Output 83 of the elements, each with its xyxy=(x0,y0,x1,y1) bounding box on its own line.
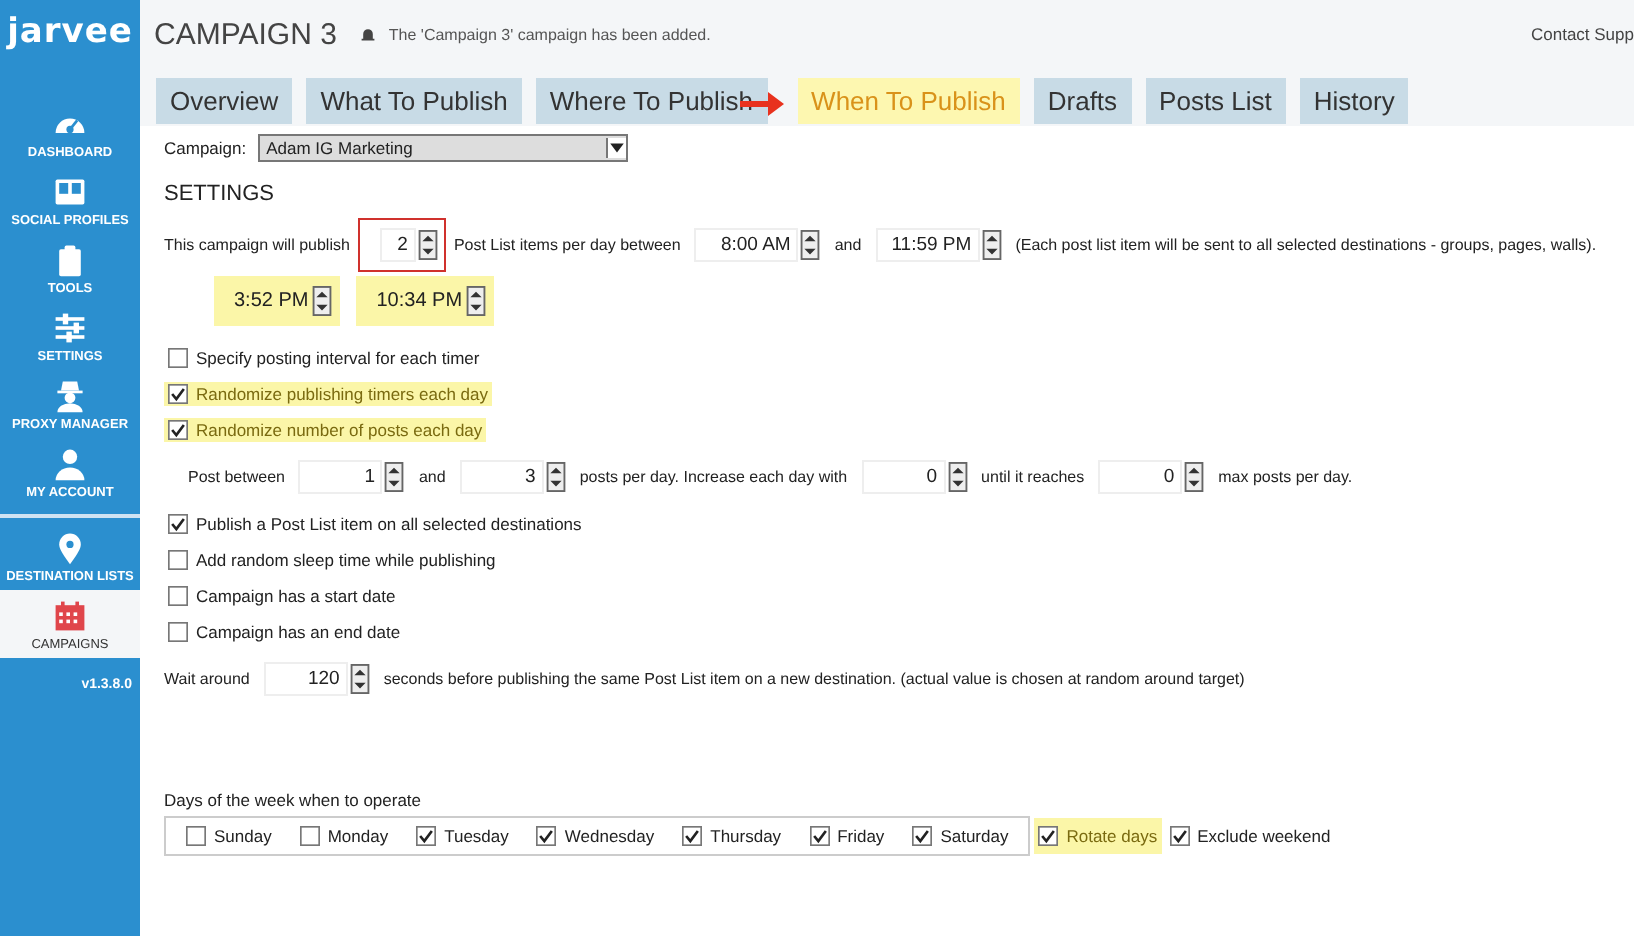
tab[interactable]: Drafts xyxy=(1033,78,1132,124)
agent-icon xyxy=(52,378,88,414)
up-down-arrows-icon[interactable] xyxy=(947,462,968,492)
checkbox-label: Campaign has a start date xyxy=(196,586,396,606)
tab[interactable]: What To Publish xyxy=(306,78,522,124)
label-text: (Each post list item will be sent to all selected destinations - groups, pages, walls). xyxy=(1015,236,1597,254)
up-down-arrows-icon[interactable] xyxy=(349,664,370,694)
checkbox-label: Tuesday xyxy=(444,826,509,846)
campaign-label: Campaign: xyxy=(164,138,247,158)
up-down-arrows-icon[interactable] xyxy=(312,286,333,316)
label-text: Post between xyxy=(188,468,285,486)
number-spinner[interactable]: 0 xyxy=(1098,460,1183,494)
checkbox-label: Publish a Post List item on all selected destinations xyxy=(196,514,582,534)
checkbox-label: Campaign has an end date xyxy=(196,622,401,642)
up-down-arrows-icon[interactable] xyxy=(384,462,405,492)
number-spinner[interactable]: 2 xyxy=(379,228,416,262)
days-label: Days of the week when to operate xyxy=(164,790,424,810)
page-title: CAMPAIGN 3 xyxy=(154,17,337,51)
checkbox[interactable] xyxy=(416,826,437,846)
label-text: posts per day. Increase each day with xyxy=(579,468,848,486)
checkbox[interactable] xyxy=(168,586,188,606)
section-heading: SETTINGS xyxy=(164,182,277,206)
bell-icon xyxy=(360,26,377,42)
up-down-arrows-icon[interactable] xyxy=(800,230,821,260)
checkbox[interactable] xyxy=(186,826,206,846)
calendar-icon xyxy=(52,598,88,634)
label-text: until it reaches xyxy=(981,468,1085,486)
checkbox[interactable] xyxy=(536,826,557,846)
label-text: max posts per day. xyxy=(1218,468,1353,486)
contact-support-link[interactable]: Contact Supp xyxy=(1530,24,1634,44)
checkbox-label: Saturday xyxy=(940,826,1009,846)
checkbox[interactable] xyxy=(912,826,933,846)
number-spinner[interactable]: 120 xyxy=(263,662,348,696)
number-spinner[interactable]: 3 xyxy=(459,460,544,494)
checkbox-label: Add random sleep time while publishing xyxy=(196,550,496,570)
checkbox[interactable] xyxy=(168,550,188,570)
checkbox[interactable] xyxy=(682,826,703,846)
app-logo: jarvee xyxy=(7,10,133,56)
id-card-icon xyxy=(52,174,88,210)
checkbox-label: Monday xyxy=(327,826,389,846)
label-text: and xyxy=(418,468,446,486)
campaign-dropdown[interactable]: Adam IG Marketing xyxy=(258,134,629,162)
checkbox-label: Rotate days xyxy=(1066,826,1158,846)
label-text: Post List items per day between xyxy=(453,236,681,254)
checkbox-label: Friday xyxy=(837,826,885,846)
checkbox[interactable] xyxy=(168,348,188,368)
number-spinner[interactable]: 8:00 AM xyxy=(694,228,799,262)
up-down-arrows-icon[interactable] xyxy=(1184,462,1205,492)
notification-text: The 'Campaign 3' campaign has been added. xyxy=(388,25,711,43)
checkbox[interactable] xyxy=(809,826,830,846)
checkbox-label: Specify posting interval for each timer xyxy=(196,348,480,368)
dropdown-caret-icon xyxy=(606,138,627,158)
label-text: seconds before publishing the same Post List item on a new destination. (actual value is chosen at random around target) xyxy=(383,670,1245,688)
checkbox-label: Wednesday xyxy=(564,826,655,846)
label-text: Wait around xyxy=(164,670,250,688)
checkbox-label: Exclude weekend xyxy=(1197,826,1331,846)
checkbox[interactable] xyxy=(168,384,188,404)
checkbox-label: Thursday xyxy=(710,826,782,846)
number-spinner[interactable]: 0 xyxy=(861,460,946,494)
up-down-arrows-icon[interactable] xyxy=(417,230,438,260)
tab[interactable]: Posts List xyxy=(1145,78,1286,124)
checkbox[interactable] xyxy=(168,622,188,642)
checkbox-label: Randomize publishing timers each day xyxy=(196,384,488,404)
timer-spinner[interactable]: 3:52 PM xyxy=(214,276,341,326)
checkbox[interactable] xyxy=(168,514,188,534)
label-text: and xyxy=(834,236,862,254)
checkbox-label: Randomize number of posts each day xyxy=(196,420,483,440)
up-down-arrows-icon[interactable] xyxy=(981,230,1002,260)
number-spinner[interactable]: 1 xyxy=(298,460,383,494)
timer-spinner[interactable]: 10:34 PM xyxy=(356,276,495,326)
number-spinner[interactable]: 11:59 PM xyxy=(875,228,980,262)
checkbox[interactable] xyxy=(299,826,320,846)
checkbox[interactable] xyxy=(168,420,188,440)
person-icon xyxy=(52,446,88,482)
checkbox-label: Sunday xyxy=(214,826,272,846)
tab[interactable]: Overview xyxy=(156,78,293,124)
label-text: This campaign will publish xyxy=(164,236,350,254)
sliders-icon xyxy=(52,310,88,346)
checkbox[interactable] xyxy=(1038,826,1059,846)
tab[interactable]: History xyxy=(1299,78,1409,124)
up-down-arrows-icon[interactable] xyxy=(545,462,566,492)
up-down-arrows-icon[interactable] xyxy=(466,286,487,316)
checkbox[interactable] xyxy=(1169,826,1190,846)
